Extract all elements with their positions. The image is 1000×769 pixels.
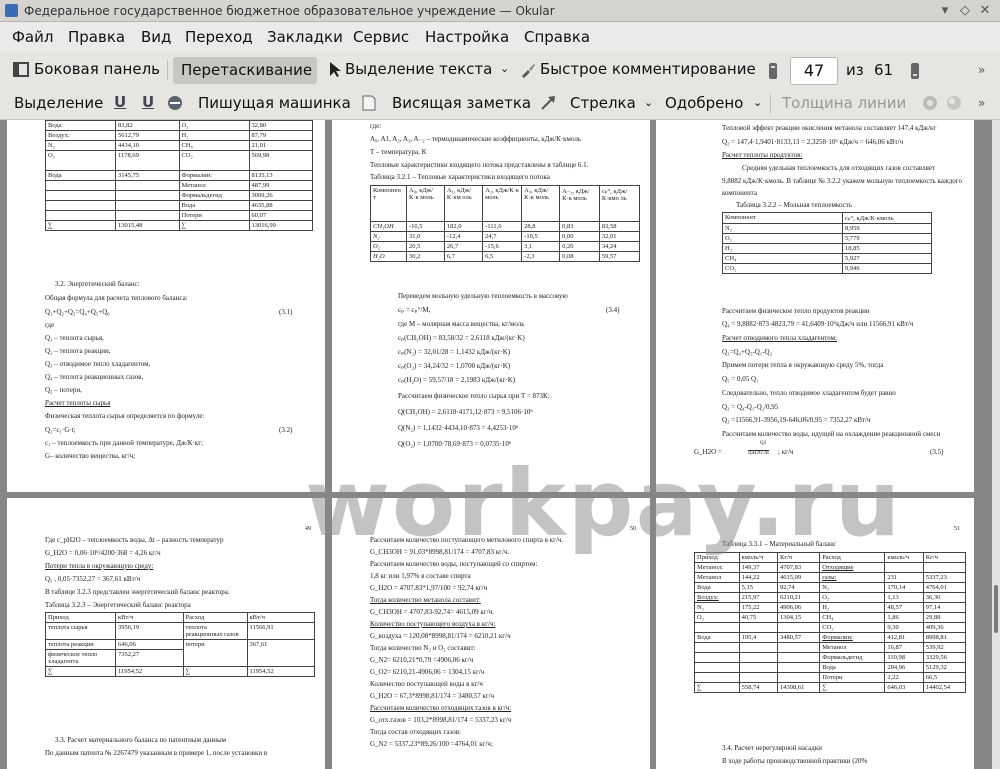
arrow-tool-icon	[541, 96, 555, 110]
molar-heat-capacity-table: Компонент cₚ°, кДж/К·кмоль N₂ 8,959 O₂ 5,77…	[722, 212, 932, 274]
thermal-characteristics-table: Компонен т A₀, кДж/К·к моль A₁, кДж/К·км о…	[370, 185, 641, 262]
sidebar-button[interactable]: Боковая панель	[8, 58, 160, 82]
previous-page-icon[interactable]	[768, 62, 778, 80]
drag-mode-label: Перетаскивание	[181, 61, 313, 79]
opacity-icon	[947, 96, 961, 110]
minimize-icon[interactable]: ▾	[936, 2, 954, 20]
close-icon[interactable]: ✕	[976, 2, 994, 20]
page-50: 50 Рассчитаем количество поступающего ме…	[332, 498, 650, 769]
squiggly-underline-icon[interactable]: U	[142, 93, 154, 111]
page-48: где: A₀, A1, A₂, A₃, A₋₂ – термодинамиче…	[332, 120, 650, 492]
page-49: 49 Где c_pH2O – теплоемкость воды, Δt – …	[7, 498, 325, 769]
popup-note-tool[interactable]: Висящая заметка	[392, 94, 531, 112]
chevron-down-icon[interactable]: ⌄	[753, 96, 762, 109]
page-51: 51 Таблица 3.3.1 – Материальный баланс П…	[656, 498, 974, 769]
sidebar-label: Боковая панель	[34, 60, 160, 78]
drag-mode-button[interactable]: Перетаскивание	[173, 57, 317, 84]
chevron-down-icon[interactable]: ⌄	[644, 96, 653, 109]
menu-settings[interactable]: Настройка	[425, 28, 509, 46]
quick-comment-button[interactable]: Быстрое комментирование	[518, 58, 758, 82]
pointer-icon	[330, 62, 341, 77]
page-48b: Тепловой эффект реакции окисления метано…	[656, 120, 974, 492]
stamp-tool[interactable]: Одобрено	[665, 94, 743, 112]
menu-go[interactable]: Переход	[185, 28, 253, 46]
chevron-down-icon[interactable]: ⌄	[500, 62, 509, 75]
menu-file[interactable]: Файл	[12, 28, 53, 46]
overflow-menu-icon[interactable]: »	[978, 63, 985, 77]
annotation-toolbar: Выделение U U Пишущая машинка Висящая за…	[0, 88, 1000, 120]
text-select-label: Выделение текста	[345, 60, 493, 78]
quick-comment-label: Быстрое комментирование	[540, 60, 756, 78]
line-width-control: Толщина линии	[782, 94, 907, 112]
reactor-energy-balance-table: Приход кВт/ч Расход кВт/ч теплота сырья 3956…	[45, 612, 315, 677]
typewriter-tool[interactable]: Пишущая машинка	[198, 94, 351, 112]
underline-icon[interactable]: U	[114, 93, 126, 111]
strikeout-icon[interactable]	[167, 95, 183, 111]
highlight-tool[interactable]: Выделение	[14, 94, 103, 112]
page-47: Вода 83,82 O₂ 32,80 Воздух: 5612,79 H₂ 87,79 N…	[7, 120, 325, 492]
heat-balance-table: Вода 83,82 O₂ 32,80 Воздух: 5612,79 H₂ 87,79 N…	[45, 120, 313, 231]
page-of-label: из	[846, 61, 864, 79]
document-view[interactable]: Вода 83,82 O₂ 32,80 Воздух: 5612,79 H₂ 87,79 N…	[0, 120, 992, 769]
overflow-menu-icon[interactable]: »	[978, 96, 985, 110]
next-page-icon[interactable]	[910, 62, 920, 80]
menu-help[interactable]: Справка	[524, 28, 590, 46]
brush-icon	[522, 64, 535, 78]
color-picker-icon	[923, 96, 937, 110]
scrollbar-thumb[interactable]	[994, 585, 998, 633]
note-icon[interactable]	[362, 95, 376, 111]
window-title: Федеральное государственное бюджетное об…	[24, 4, 555, 18]
material-balance-table: Приход кмоль/ч Кг/ч Расход кмоль/ч Кг/ч Метан…	[694, 552, 967, 693]
menu-edit[interactable]: Правка	[68, 28, 125, 46]
menu-view[interactable]: Вид	[141, 28, 171, 46]
menu-bar: Файл Правка Вид Переход Закладки Сервис …	[0, 22, 1000, 52]
page-number-input[interactable]: 47	[790, 57, 838, 85]
vertical-scrollbar[interactable]	[992, 120, 1000, 769]
sidebar-icon	[13, 62, 29, 77]
menu-bookmarks[interactable]: Закладки	[267, 28, 343, 46]
text-select-button[interactable]: Выделение текста	[325, 58, 493, 82]
main-toolbar: Боковая панель Перетаскивание Выделение …	[0, 52, 1000, 88]
maximize-icon[interactable]: ◇	[956, 2, 974, 20]
total-pages-label: 61	[874, 61, 894, 79]
menu-tools[interactable]: Сервис	[353, 28, 409, 46]
arrow-tool[interactable]: Стрелка	[570, 94, 636, 112]
okular-app-icon	[5, 4, 18, 17]
title-bar: Федеральное государственное бюджетное об…	[0, 0, 1000, 22]
